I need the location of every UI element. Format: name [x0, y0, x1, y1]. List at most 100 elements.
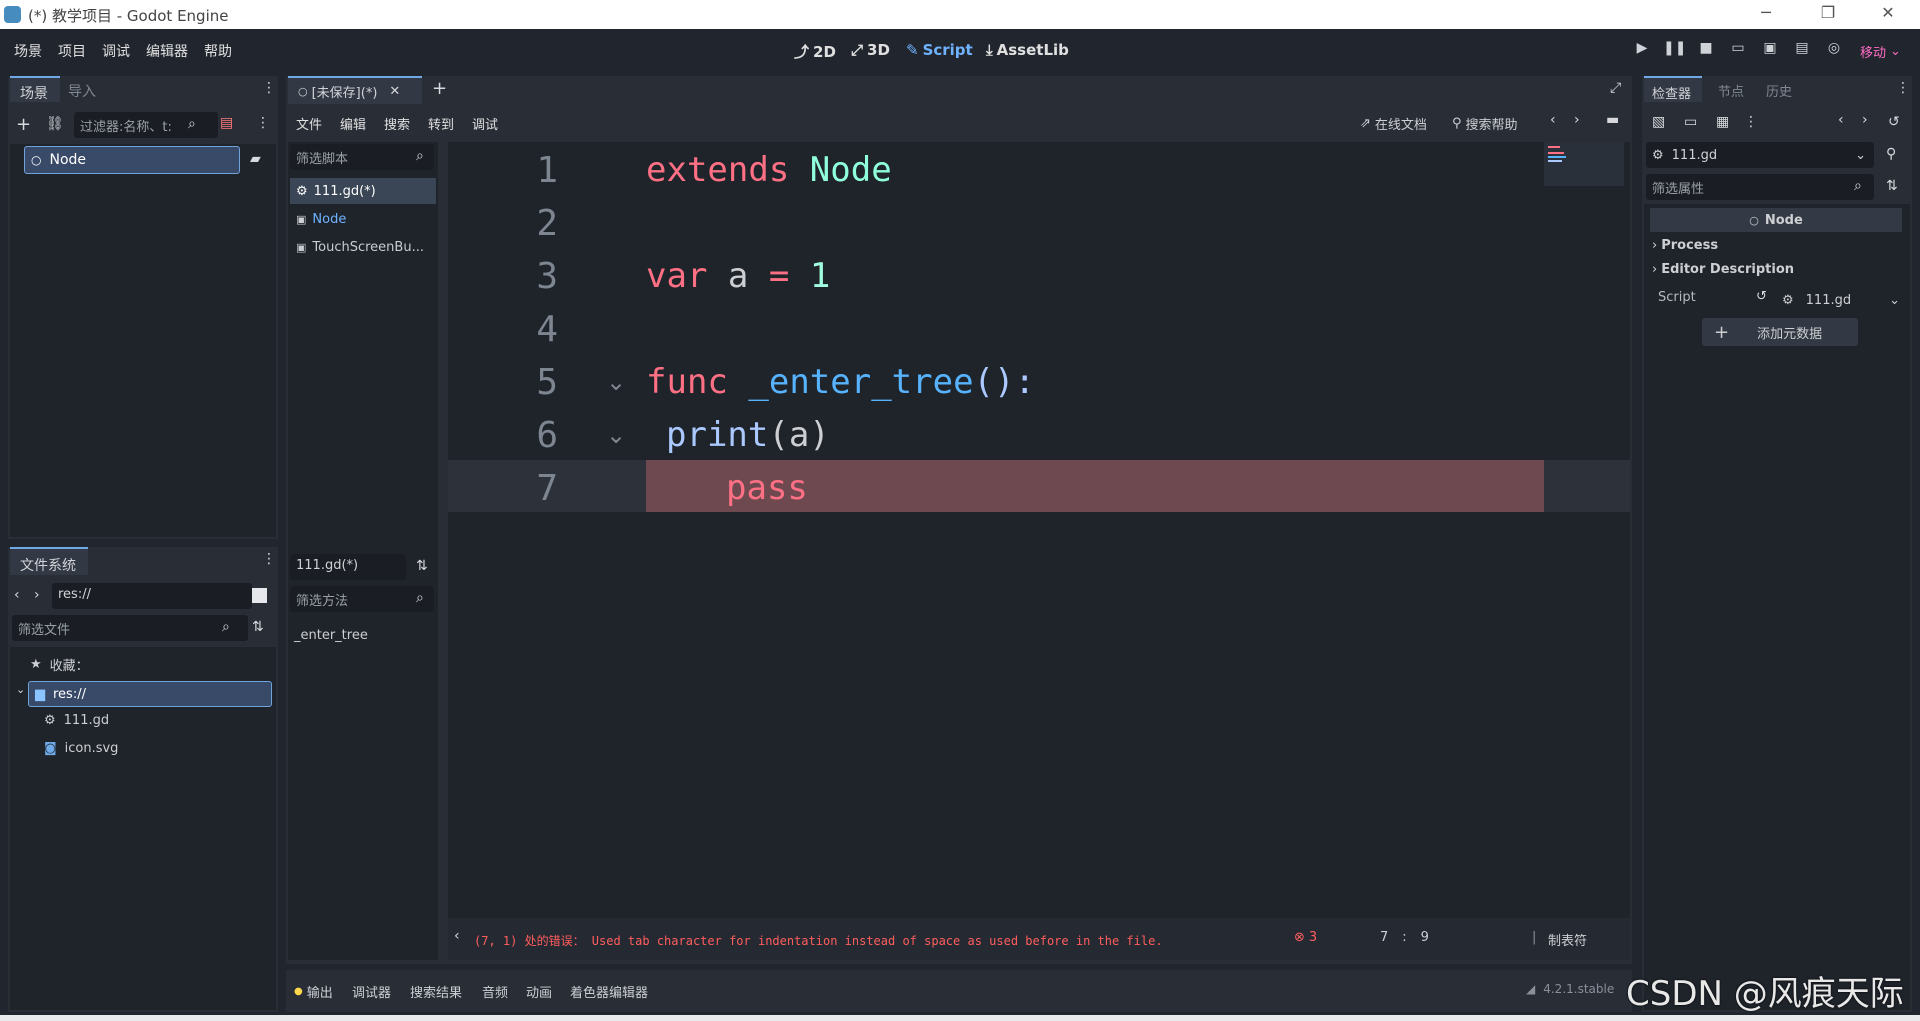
chevron-down-icon[interactable]: ⌄ — [16, 683, 25, 696]
file-item[interactable]: ⚙ 111.gd — [44, 713, 109, 728]
script-property-value[interactable]: ⚙ 111.gd ⌄ — [1778, 288, 1904, 312]
online-docs-button[interactable]: ⇗ 在线文档 — [1360, 114, 1427, 133]
property-options-icon[interactable]: ⇅ — [1886, 178, 1898, 194]
favorites-row[interactable]: ★ 收藏： — [30, 655, 89, 674]
main-screen-2d-button[interactable]: ⤴ 2D — [794, 41, 836, 62]
script-menu-goto[interactable]: 转到 — [428, 114, 454, 133]
fold-chevron-icon[interactable]: ⌄ — [606, 368, 626, 396]
renderer-selector[interactable]: 移动 ⌄ — [1860, 42, 1901, 61]
scene-filter-input[interactable]: 过滤器:名称、t: — [74, 112, 218, 138]
history-forward-icon[interactable]: › — [1862, 112, 1868, 128]
bottom-tab-search-results[interactable]: 搜索结果 — [410, 982, 462, 1001]
filesystem-path-input[interactable]: res:// — [52, 583, 252, 609]
menu-project[interactable]: 项目 — [58, 41, 86, 61]
remote-debug-icon[interactable]: ▭ — [1727, 40, 1749, 62]
script-attached-icon[interactable]: ▰ — [250, 151, 261, 167]
tree-node-root[interactable]: ○ Node — [24, 146, 240, 174]
tab-node[interactable]: 节点 — [1718, 81, 1744, 100]
stop-icon[interactable]: ■ — [1695, 40, 1717, 62]
script-menu-search[interactable]: 搜索 — [384, 114, 410, 133]
history-back-icon[interactable]: ‹ — [1838, 112, 1844, 128]
bottom-tab-debugger[interactable]: 调试器 — [352, 982, 391, 1001]
object-history-icon[interactable]: ↺ — [1888, 114, 1900, 130]
tab-filesystem[interactable]: 文件系统 — [10, 547, 88, 575]
revert-icon[interactable]: ↺ — [1756, 289, 1767, 304]
scene-options-icon[interactable]: ⋮ — [256, 115, 270, 131]
main-screen-3d-button[interactable]: ⤢ 3D — [851, 41, 890, 59]
open-folder-icon[interactable]: ▭ — [1684, 114, 1697, 130]
dock-options-icon[interactable]: ⋮ — [262, 551, 276, 567]
movie-maker-icon[interactable]: ◎ — [1823, 40, 1845, 62]
tab-import[interactable]: 导入 — [68, 81, 96, 101]
tab-inspector[interactable]: 检查器 — [1644, 76, 1702, 102]
fold-chevron-icon[interactable]: ⌄ — [606, 421, 626, 449]
code-line-7: pass — [726, 468, 808, 508]
fullscreen-icon[interactable]: ⤢ — [1610, 80, 1621, 96]
tab-unsaved-script[interactable]: ○ [未保存](*) ✕ — [288, 76, 422, 104]
resource-selector[interactable]: ⚙ 111.gd ⌄ — [1646, 142, 1874, 168]
save-icon[interactable]: ▦ — [1716, 114, 1729, 130]
play-icon[interactable]: ▶ — [1631, 40, 1653, 62]
bottom-tab-animation[interactable]: 动画 — [526, 982, 552, 1001]
bottom-tab-audio[interactable]: 音频 — [482, 982, 508, 1001]
next-script-icon[interactable]: › — [1574, 112, 1580, 128]
scene-dock: 场景 导入 ⋮ + ⛓ 过滤器:名称、t: ⌕ ▤ ⋮ ○ Node ▰ — [8, 76, 278, 539]
script-menu-file[interactable]: 文件 — [296, 114, 322, 133]
restore-icon[interactable]: ❐ — [1808, 3, 1848, 25]
minimize-icon[interactable]: ─ — [1746, 3, 1786, 25]
toggle-split-icon[interactable] — [252, 588, 267, 603]
bottom-tab-output[interactable]: ● 输出 — [294, 982, 333, 1001]
close-icon[interactable]: ✕ — [1868, 3, 1908, 25]
sort-icon[interactable]: ⇅ — [252, 619, 264, 635]
tab-scene[interactable]: 场景 — [10, 76, 60, 102]
add-metadata-button[interactable]: + 添加元数据 — [1702, 318, 1858, 346]
error-counter[interactable]: ⊗ 3 — [1294, 930, 1317, 945]
main-screen-assetlib-button[interactable]: ⤓ AssetLib — [986, 41, 1069, 59]
minimap[interactable] — [1544, 142, 1624, 186]
method-filter-input[interactable]: 筛选方法 — [290, 586, 434, 612]
link-icon[interactable]: ⛓ — [46, 116, 64, 132]
search-help-button[interactable]: ⚲ 搜索帮助 — [1452, 114, 1518, 133]
menu-scene[interactable]: 场景 — [14, 41, 42, 61]
prev-script-icon[interactable]: ‹ — [1550, 112, 1556, 128]
file-item[interactable]: ◙ icon.svg — [44, 741, 118, 756]
section-process[interactable]: › Process — [1652, 238, 1718, 253]
play-scene-icon[interactable]: ▣ — [1759, 40, 1781, 62]
script-filter-input[interactable]: 筛选脚本 — [290, 144, 434, 170]
add-node-icon[interactable]: + — [16, 114, 31, 135]
file-filter-input[interactable]: 筛选文件 — [12, 615, 248, 641]
resource-options-icon[interactable]: ⋮ — [1744, 114, 1758, 130]
toggle-panel-icon[interactable]: ‹ — [454, 928, 460, 944]
back-icon[interactable]: ‹ — [14, 587, 20, 603]
attach-script-icon[interactable]: ▤ — [220, 115, 233, 131]
property-filter-input[interactable]: 筛选属性 — [1646, 174, 1874, 200]
sort-icon[interactable]: ⇅ — [416, 558, 428, 574]
close-icon[interactable]: ✕ — [389, 84, 400, 99]
play-custom-scene-icon[interactable]: ▤ — [1791, 40, 1813, 62]
script-menu-edit[interactable]: 编辑 — [340, 114, 366, 133]
script-menu-debug[interactable]: 调试 — [472, 114, 498, 133]
forward-icon[interactable]: › — [34, 587, 40, 603]
file-tree-root[interactable]: ▆ res:// — [28, 681, 272, 707]
menu-debug[interactable]: 调试 — [102, 41, 130, 61]
method-item[interactable]: _enter_tree — [294, 628, 368, 643]
section-editor-description[interactable]: › Editor Description — [1652, 262, 1794, 277]
resource-info-icon[interactable]: ⚲ — [1886, 146, 1896, 162]
dock-options-icon[interactable]: ⋮ — [1896, 80, 1910, 96]
add-tab-icon[interactable]: + — [432, 78, 447, 99]
main-screen-script-button[interactable]: ✎ Script — [906, 41, 973, 59]
tab-history[interactable]: 历史 — [1766, 81, 1792, 100]
bottom-tab-shader-editor[interactable]: 着色器编辑器 — [570, 982, 648, 1001]
script-list-item[interactable]: ▣ Node — [290, 206, 436, 232]
menu-editor[interactable]: 编辑器 — [146, 41, 188, 61]
menu-help[interactable]: 帮助 — [204, 41, 232, 61]
error-message[interactable]: (7, 1) 处的错误： Used tab character for inde… — [474, 932, 1163, 949]
indent-mode[interactable]: 制表符 — [1548, 930, 1587, 949]
new-resource-icon[interactable]: ▧ — [1652, 114, 1665, 130]
script-list-item[interactable]: ⚙ 111.gd(*) — [290, 178, 436, 204]
pause-icon[interactable]: ❚❚ — [1663, 40, 1686, 62]
code-editor[interactable]: 1 2 3 4 5 6 7 ⌄ ⌄ extends Node var a = 1… — [448, 142, 1630, 918]
dock-options-icon[interactable]: ⋮ — [262, 80, 276, 96]
script-list-item[interactable]: ▣ TouchScreenBu... — [290, 234, 436, 260]
toggle-scripts-panel-icon[interactable]: ▬ — [1606, 112, 1619, 128]
